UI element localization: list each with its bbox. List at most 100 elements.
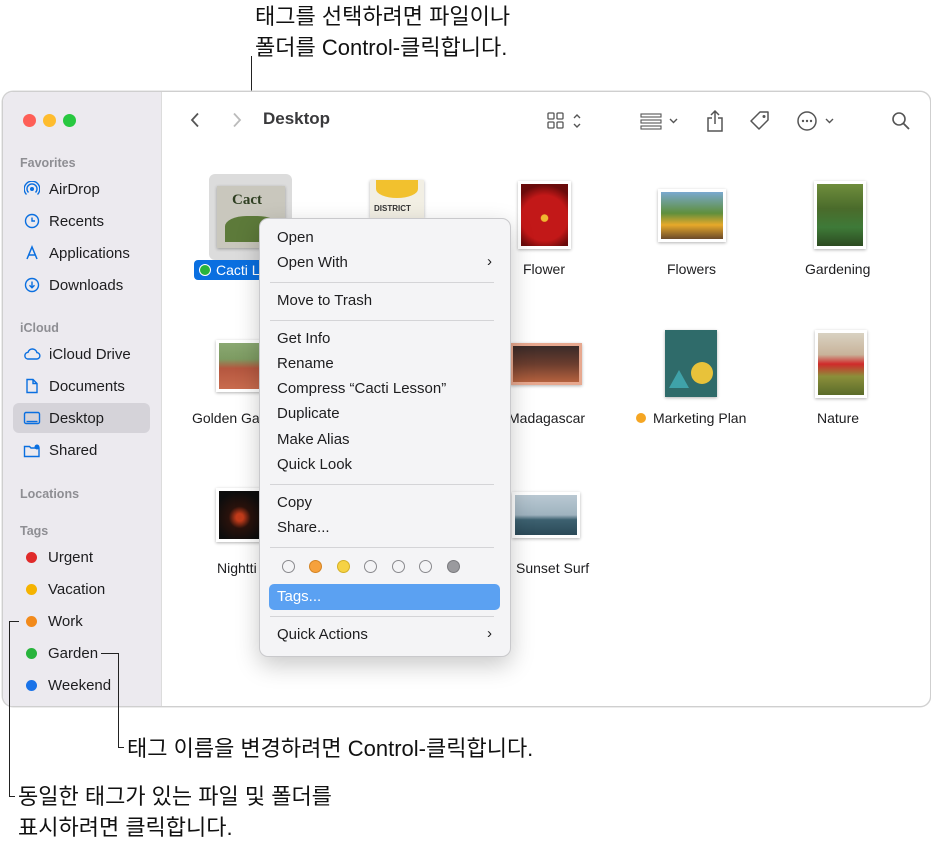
window-title: Desktop bbox=[263, 109, 331, 128]
file-label-golden-gate[interactable]: Golden Ga bbox=[192, 410, 260, 426]
menu-tag-purple[interactable] bbox=[419, 560, 432, 573]
file-icon-gardening[interactable] bbox=[814, 181, 866, 249]
menu-item-open[interactable]: Open bbox=[277, 229, 314, 246]
file-label-flower[interactable]: Flower bbox=[523, 261, 565, 277]
sidebar-tag-work[interactable]: Work bbox=[13, 606, 150, 636]
file-icon-flowers[interactable] bbox=[658, 189, 726, 242]
file-icon-district[interactable]: DISTRICT bbox=[370, 180, 424, 218]
callout-rename-tag: 태그 이름을 변경하려면 Control-클릭합니다. bbox=[127, 736, 534, 761]
action-menu-button[interactable] bbox=[794, 107, 840, 135]
file-icon-madagascar[interactable] bbox=[510, 343, 582, 385]
ellipsis-circle-icon bbox=[797, 111, 834, 131]
menu-item-label: Tags... bbox=[277, 588, 322, 605]
sidebar-tag-weekend[interactable]: Weekend bbox=[13, 670, 150, 700]
group-icon bbox=[640, 113, 678, 130]
tag-button[interactable] bbox=[746, 107, 774, 135]
file-label-gardening[interactable]: Gardening bbox=[805, 261, 870, 277]
callout-show-tagged: 동일한 태그가 있는 파일 및 폴더를 표시하려면 클릭합니다. bbox=[18, 784, 332, 840]
forward-button[interactable] bbox=[226, 108, 248, 132]
file-icon-flower[interactable] bbox=[518, 181, 571, 249]
tag-icon bbox=[750, 111, 769, 130]
callout-leader-rename-v bbox=[118, 653, 119, 748]
minimize-window-button[interactable] bbox=[43, 114, 56, 127]
callout-leader-rename-end bbox=[118, 747, 124, 748]
menu-item-get-info[interactable]: Get Info bbox=[277, 330, 330, 347]
file-icon-nature[interactable] bbox=[815, 330, 867, 398]
menu-tag-orange[interactable] bbox=[309, 560, 322, 573]
sidebar-item-downloads[interactable]: Downloads bbox=[13, 270, 150, 300]
applications-icon bbox=[21, 245, 43, 261]
menu-separator bbox=[270, 282, 494, 283]
menu-item-compress[interactable]: Compress “Cacti Lesson” bbox=[277, 380, 446, 397]
view-mode-button[interactable] bbox=[544, 109, 586, 133]
sidebar-item-label: Vacation bbox=[48, 580, 106, 598]
menu-tag-none[interactable] bbox=[282, 560, 295, 573]
menu-tag-yellow[interactable] bbox=[337, 560, 350, 573]
icloud-header: iCloud bbox=[20, 321, 59, 335]
sidebar-item-label: Work bbox=[48, 612, 83, 630]
menu-item-move-to-trash[interactable]: Move to Trash bbox=[277, 292, 372, 309]
file-label-nighttime[interactable]: Nightti bbox=[217, 560, 257, 576]
sidebar-tag-vacation[interactable]: Vacation bbox=[13, 574, 150, 604]
menu-item-quick-look[interactable]: Quick Look bbox=[277, 456, 352, 473]
menu-item-make-alias[interactable]: Make Alias bbox=[277, 431, 350, 448]
sidebar-item-label: Weekend bbox=[48, 676, 112, 694]
file-icon-marketing-plan[interactable] bbox=[665, 330, 717, 397]
file-label-madagascar[interactable]: Madagascar bbox=[508, 410, 585, 426]
back-button[interactable] bbox=[184, 108, 206, 132]
sidebar-item-label: Garden bbox=[48, 644, 99, 662]
chevron-left-icon bbox=[190, 112, 199, 128]
sidebar: Favorites AirDrop Recents Applications D… bbox=[3, 92, 162, 706]
menu-item-tags[interactable]: Tags... bbox=[269, 584, 500, 610]
chevron-right-icon bbox=[233, 112, 242, 128]
clock-icon bbox=[21, 213, 43, 229]
menu-item-rename[interactable]: Rename bbox=[277, 355, 334, 372]
sidebar-tag-urgent[interactable]: Urgent bbox=[13, 542, 150, 572]
file-label-marketing-plan[interactable]: Marketing Plan bbox=[636, 410, 746, 426]
menu-tag-green[interactable] bbox=[364, 560, 377, 573]
locations-header: Locations bbox=[20, 487, 80, 501]
sidebar-item-desktop[interactable]: Desktop bbox=[13, 403, 150, 433]
sidebar-item-label: AirDrop bbox=[49, 180, 100, 198]
group-button[interactable] bbox=[638, 109, 682, 133]
marketing-graphic-triangle bbox=[669, 370, 689, 388]
sidebar-item-label: Downloads bbox=[49, 276, 124, 294]
sidebar-item-label: Urgent bbox=[48, 548, 94, 566]
sidebar-item-applications[interactable]: Applications bbox=[13, 238, 150, 268]
file-icon-sunset-surf[interactable] bbox=[512, 492, 580, 538]
close-window-button[interactable] bbox=[23, 114, 36, 127]
file-tag-dot bbox=[199, 264, 211, 276]
menu-item-duplicate[interactable]: Duplicate bbox=[277, 405, 340, 422]
menu-item-quick-actions[interactable]: Quick Actions bbox=[277, 626, 368, 643]
sidebar-item-shared[interactable]: Shared bbox=[13, 435, 150, 465]
menu-item-share[interactable]: Share... bbox=[277, 519, 330, 536]
zoom-window-button[interactable] bbox=[63, 114, 76, 127]
search-button[interactable] bbox=[888, 107, 914, 135]
lemon-image bbox=[376, 180, 418, 198]
menu-tag-gray[interactable] bbox=[447, 560, 460, 573]
cloud-icon bbox=[21, 347, 43, 361]
grid-view-icon bbox=[547, 112, 581, 129]
share-button[interactable] bbox=[702, 107, 728, 135]
sidebar-item-recents[interactable]: Recents bbox=[13, 206, 150, 236]
menu-separator bbox=[270, 484, 494, 485]
file-label-flowers[interactable]: Flowers bbox=[667, 261, 716, 277]
toolbar: Desktop bbox=[162, 92, 930, 150]
shared-folder-icon bbox=[21, 443, 43, 458]
marketing-graphic-circle bbox=[691, 362, 713, 384]
file-tag-dot bbox=[636, 413, 646, 423]
sidebar-item-documents[interactable]: Documents bbox=[13, 371, 150, 401]
file-label-sunset-surf[interactable]: Sunset Surf bbox=[516, 560, 589, 576]
chevron-right-icon: › bbox=[487, 625, 492, 642]
menu-item-copy[interactable]: Copy bbox=[277, 494, 312, 511]
menu-tag-blue[interactable] bbox=[392, 560, 405, 573]
sidebar-item-airdrop[interactable]: AirDrop bbox=[13, 174, 150, 204]
file-label-cacti[interactable]: Cacti L bbox=[194, 260, 264, 280]
file-label-nature[interactable]: Nature bbox=[817, 410, 859, 426]
sidebar-item-icloud-drive[interactable]: iCloud Drive bbox=[13, 339, 150, 369]
menu-separator bbox=[270, 616, 494, 617]
tag-color-dot bbox=[26, 583, 37, 595]
sidebar-tag-garden[interactable]: Garden bbox=[13, 638, 150, 668]
menu-item-open-with[interactable]: Open With bbox=[277, 254, 348, 271]
airdrop-icon bbox=[21, 181, 43, 197]
